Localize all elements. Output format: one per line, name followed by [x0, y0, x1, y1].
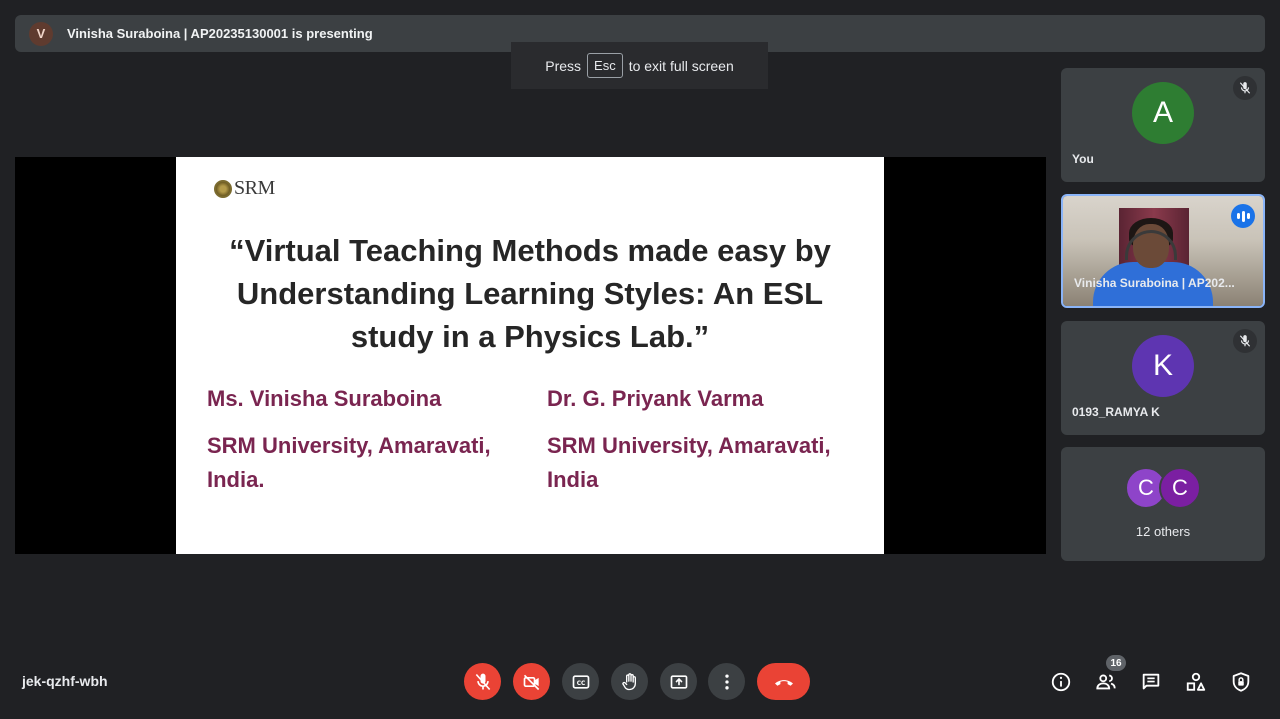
activities-icon [1186, 672, 1206, 691]
meeting-info-button[interactable] [1049, 670, 1073, 694]
slide: SRM “Virtual Teaching Methods made easy … [176, 157, 884, 554]
mic-off-icon [1233, 329, 1257, 353]
author-right: Dr. G. Priyank Varma SRM University, Ama… [547, 385, 867, 497]
more-vert-icon [724, 674, 729, 689]
chat-button[interactable] [1139, 670, 1163, 694]
esc-key: Esc [587, 53, 623, 78]
people-icon [1096, 674, 1116, 690]
camera-toggle-button[interactable] [513, 663, 550, 700]
activities-button[interactable] [1184, 670, 1208, 694]
srm-emblem-icon [214, 179, 232, 198]
slide-title: “Virtual Teaching Methods made easy by U… [229, 233, 831, 354]
srm-logo: SRM [214, 177, 275, 200]
fullscreen-toast: Press Esc to exit full screen [511, 42, 768, 89]
presentation-stage: SRM “Virtual Teaching Methods made easy … [15, 157, 1046, 554]
author-name: Ms. Vinisha Suraboina [207, 386, 442, 411]
others-avatars: C C [1061, 467, 1265, 509]
avatar: K [1132, 335, 1194, 397]
closed-captions-icon: CC [572, 674, 589, 689]
participant-name: 0193_RAMYA K [1072, 405, 1160, 419]
participant-tile-others[interactable]: C C 12 others [1061, 447, 1265, 561]
author-name: Dr. G. Priyank Varma [547, 386, 764, 411]
more-options-button[interactable] [708, 663, 745, 700]
presenting-text: Vinisha Suraboina | AP20235130001 is pre… [67, 26, 373, 41]
presenter-avatar: V [29, 21, 53, 46]
author-affiliation: SRM University, Amaravati, India [547, 433, 831, 492]
others-count: 12 others [1135, 524, 1191, 539]
raise-hand-button[interactable] [611, 663, 648, 700]
toast-suffix: to exit full screen [628, 57, 734, 74]
participant-tile-vinisha[interactable]: Vinisha Suraboina | AP202... [1061, 194, 1265, 308]
meeting-code: jek-qzhf-wbh [22, 673, 108, 689]
end-call-icon [774, 679, 793, 686]
svg-text:CC: CC [576, 680, 585, 686]
present-screen-icon [670, 674, 687, 689]
avatar: C [1159, 467, 1201, 509]
camera-off-icon [523, 674, 539, 690]
chat-icon [1142, 673, 1160, 690]
participant-name: You [1072, 152, 1094, 166]
mic-off-icon [475, 673, 490, 690]
author-affiliation: SRM University, Amaravati, India. [207, 433, 491, 492]
mic-off-icon [1233, 76, 1257, 100]
avatar: A [1132, 82, 1194, 144]
info-icon [1051, 672, 1071, 692]
host-controls-icon [1232, 672, 1250, 692]
raise-hand-icon [621, 672, 636, 690]
logo-text: SRM [234, 177, 275, 199]
participant-name: Vinisha Suraboina | AP202... [1074, 276, 1235, 290]
participant-tile-ramya[interactable]: K 0193_RAMYA K [1061, 321, 1265, 435]
present-screen-button[interactable] [660, 663, 697, 700]
end-call-button[interactable] [757, 663, 810, 700]
captions-button[interactable]: CC [562, 663, 599, 700]
speaking-icon [1231, 204, 1255, 228]
toast-prefix: Press [545, 57, 582, 74]
host-controls-button[interactable] [1229, 670, 1253, 694]
people-count-badge: 16 [1106, 655, 1126, 671]
mic-toggle-button[interactable] [464, 663, 501, 700]
participant-tile-you[interactable]: A You [1061, 68, 1265, 182]
author-left: Ms. Vinisha Suraboina SRM University, Am… [207, 385, 527, 497]
people-button[interactable] [1094, 670, 1118, 694]
